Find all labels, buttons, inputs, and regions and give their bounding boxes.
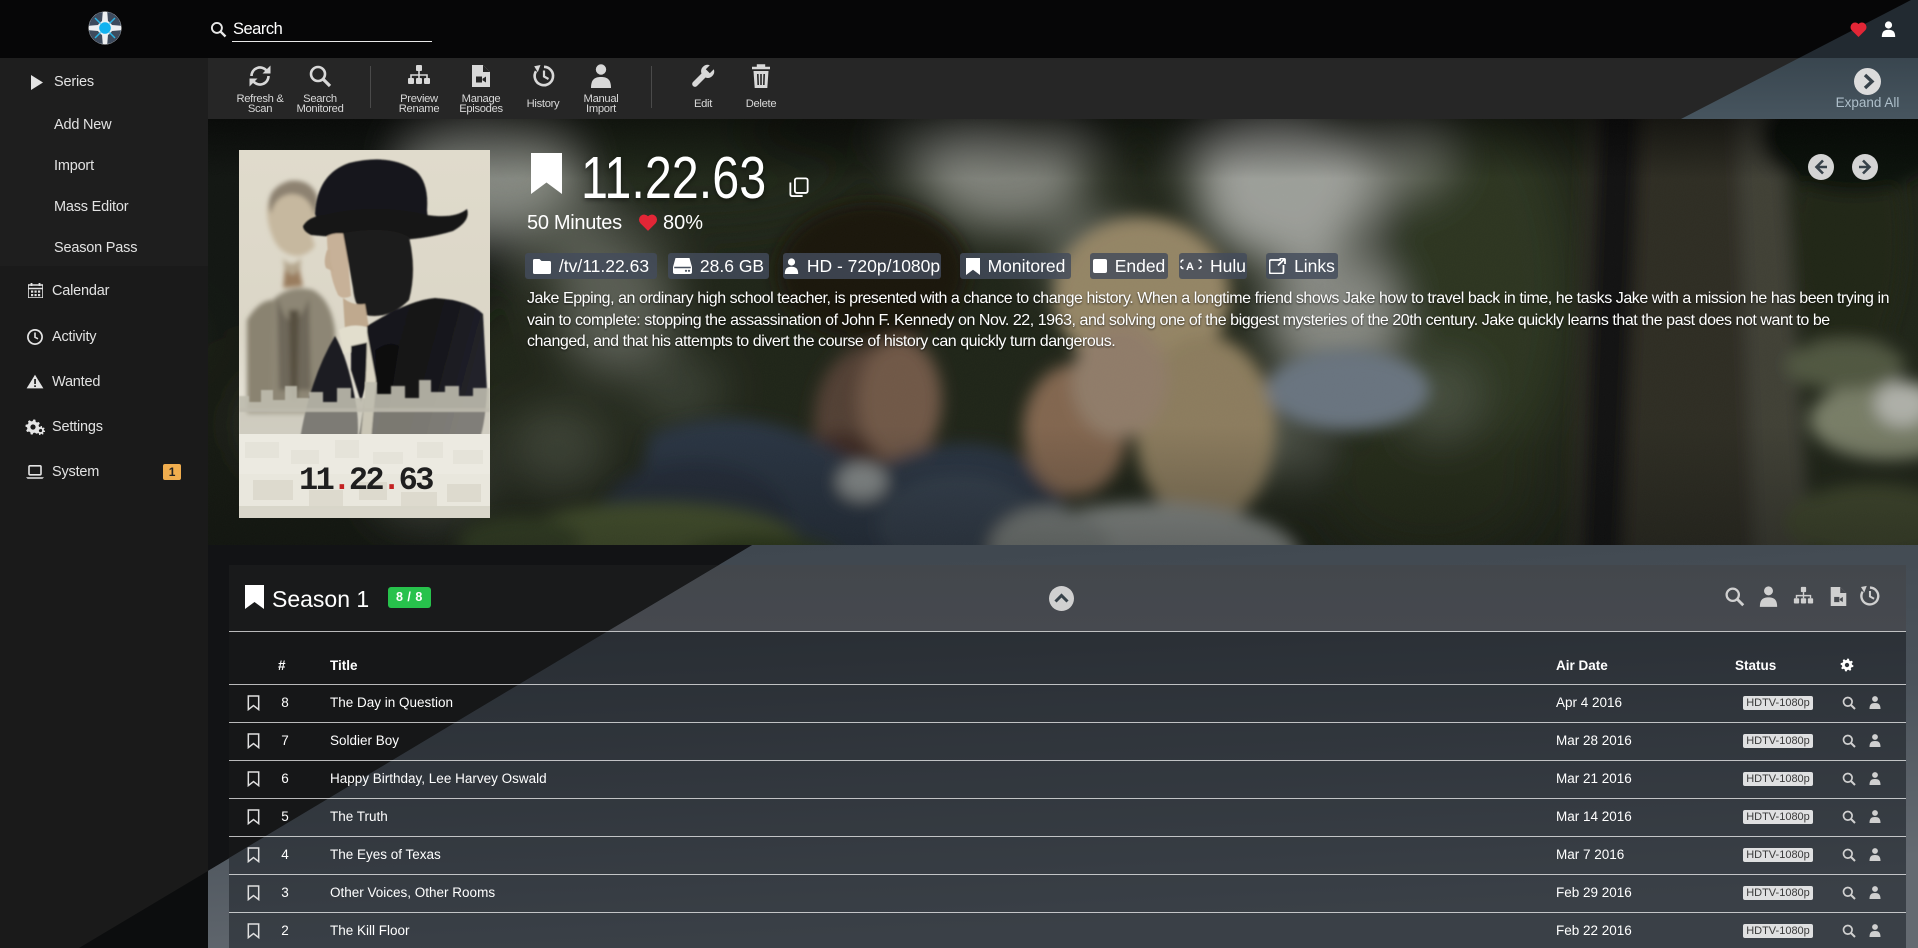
svg-text:A: A: [1186, 261, 1194, 273]
svg-text:11.22.63: 11.22.63: [299, 462, 433, 499]
